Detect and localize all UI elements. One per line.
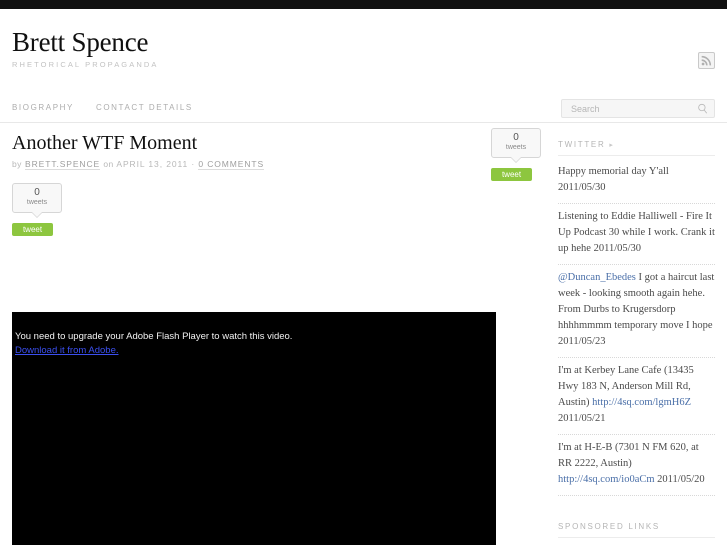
sidebar: TWITTER ▸ Happy memorial day Y'all 2011/… xyxy=(558,140,715,545)
list-item: I'm at Kerbey Lane Cafe (13435 Hwy 183 N… xyxy=(558,363,715,435)
byline-comments-link[interactable]: 0 COMMENTS xyxy=(198,159,265,170)
site-title: Brett Spence xyxy=(12,27,149,57)
tweet-date[interactable]: 2011/05/30 xyxy=(558,182,605,193)
flash-upgrade-message: You need to upgrade your Adobe Flash Pla… xyxy=(15,330,292,358)
page-title: Another WTF Moment xyxy=(12,132,198,154)
list-item: @Duncan_Ebedes I got a haircut last week… xyxy=(558,270,715,358)
twitter-feed-list: Happy memorial day Y'all 2011/05/30 List… xyxy=(558,164,715,496)
site-tagline: RHETORICAL PROPAGANDA xyxy=(12,60,159,69)
tweet-count-label-floating: tweets xyxy=(505,144,527,151)
flash-message-text: You need to upgrade your Adobe Flash Pla… xyxy=(15,331,293,342)
flash-download-link[interactable]: Download it from Adobe. xyxy=(15,344,119,358)
chevron-right-icon: ▸ xyxy=(609,142,615,149)
nav-item-biography[interactable]: BIOGRAPHY xyxy=(12,103,74,112)
list-item: I'm at H-E-B (7301 N FM 620, at RR 2222,… xyxy=(558,440,715,496)
post-byline: by BRETT.SPENCE on APRIL 13, 2011 · 0 CO… xyxy=(12,159,520,170)
sponsored-links-section: SPONSORED LINKS Ads by Google ◀ ▶ Top GI… xyxy=(558,522,715,545)
sponsored-widget-title: SPONSORED LINKS xyxy=(558,522,715,538)
list-item: Listening to Eddie Halliwell - Fire It U… xyxy=(558,209,715,265)
search-input[interactable] xyxy=(569,100,689,117)
post-content: Another WTF Moment by BRETT.SPENCE on AP… xyxy=(12,132,520,236)
nav-item-list: BIOGRAPHY CONTACT DETAILS xyxy=(12,103,193,112)
tweet-count-bubble: 0 tweets xyxy=(12,183,62,218)
top-black-bar xyxy=(0,0,727,9)
tweet-mention-link[interactable]: @Duncan_Ebedes xyxy=(558,272,636,283)
rss-icon[interactable] xyxy=(698,52,715,69)
tweet-date[interactable]: 2011/05/23 xyxy=(558,336,605,347)
tweet-count-number-floating: 0 xyxy=(513,132,519,143)
list-item: Happy memorial day Y'all 2011/05/30 xyxy=(558,164,715,204)
tweet-count-number: 0 xyxy=(34,187,40,198)
byline-on: on xyxy=(103,159,114,169)
byline-by: by xyxy=(12,159,22,169)
main-navigation: BIOGRAPHY CONTACT DETAILS xyxy=(0,94,727,123)
nav-item-contact-details[interactable]: CONTACT DETAILS xyxy=(96,103,193,112)
tweet-date[interactable]: 2011/05/21 xyxy=(558,413,605,424)
search-icon[interactable] xyxy=(697,103,709,115)
tweet-count-bubble-floating: 0 tweets xyxy=(491,128,541,163)
byline-date: APRIL 13, 2011 xyxy=(116,159,189,169)
page-root: Brett Spence RHETORICAL PROPAGANDA BIOGR… xyxy=(0,0,727,545)
byline-author[interactable]: BRETT.SPENCE xyxy=(25,159,101,170)
tweet-date[interactable]: 2011/05/30 xyxy=(594,243,641,254)
video-player-placeholder[interactable]: You need to upgrade your Adobe Flash Pla… xyxy=(12,312,496,545)
tweet-date[interactable]: 2011/05/20 xyxy=(657,474,704,485)
search-box[interactable] xyxy=(561,99,715,118)
tweet-url-link[interactable]: http://4sq.com/lgmH6Z xyxy=(592,397,691,408)
twitter-widget-title: TWITTER ▸ xyxy=(558,140,715,156)
site-header: Brett Spence RHETORICAL PROPAGANDA xyxy=(0,9,727,94)
tweet-count-label: tweets xyxy=(26,199,48,206)
twitter-widget-title-text: TWITTER xyxy=(558,140,606,149)
tweet-text: Happy memorial day Y'all xyxy=(558,166,669,177)
tweet-button[interactable]: tweet xyxy=(12,223,53,236)
tweet-url-link[interactable]: http://4sq.com/io0aCm xyxy=(558,474,655,485)
tweet-text: I'm at H-E-B (7301 N FM 620, at RR 2222,… xyxy=(558,442,699,469)
tweet-button-floating[interactable]: tweet xyxy=(491,168,532,181)
tweet-widget-floating: 0 tweets tweet xyxy=(491,128,546,181)
tweet-widget-inline: 0 tweets tweet xyxy=(12,183,67,236)
site-branding[interactable]: Brett Spence RHETORICAL PROPAGANDA xyxy=(12,27,159,70)
byline-separator: · xyxy=(191,159,196,169)
